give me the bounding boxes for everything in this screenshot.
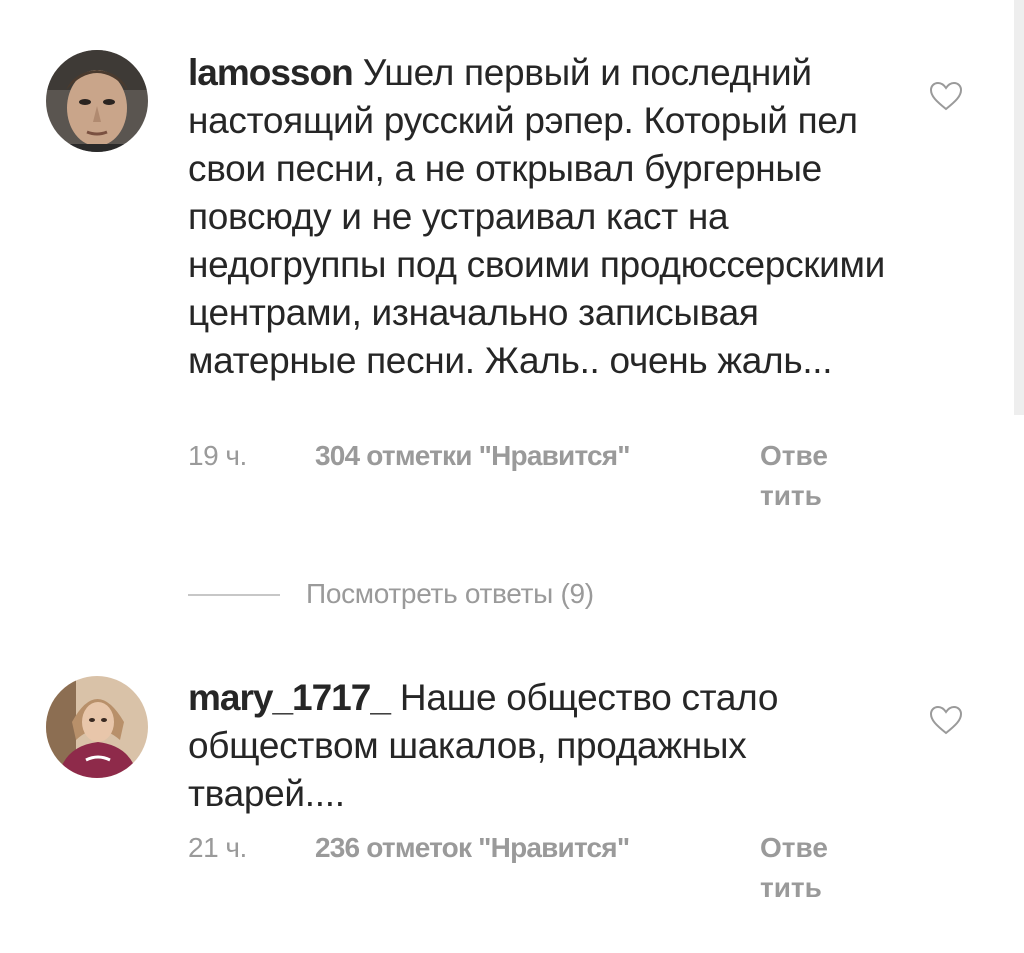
avatar[interactable] (46, 50, 148, 152)
username[interactable]: mary_1717_ (188, 677, 391, 718)
timestamp: 19 ч. (188, 440, 247, 471)
username[interactable]: lamosson (188, 52, 354, 93)
reply-button[interactable]: Ответить (760, 828, 840, 908)
comment-text: mary_1717_ Наше общество стало обществом … (188, 674, 888, 818)
female-avatar-photo (46, 676, 148, 778)
comment-item: mary_1717_ Наше общество стало обществом … (0, 650, 1024, 930)
likes-count[interactable]: 304 отметки "Нравится" (315, 436, 631, 476)
view-replies-label[interactable]: Посмотреть ответы (9) (306, 574, 594, 614)
heart-outline-icon[interactable] (928, 80, 964, 112)
timestamp: 21 ч. (188, 832, 247, 863)
divider-line (188, 594, 280, 596)
avatar[interactable] (46, 676, 148, 778)
heart-outline-icon[interactable] (928, 704, 964, 736)
likes-count[interactable]: 236 отметок "Нравится" (315, 828, 630, 868)
male-avatar-photo (46, 50, 148, 152)
comment-text: lamosson Ушел первый и последний настоящи… (188, 49, 888, 385)
comment-item: lamosson Ушел первый и последний настоящи… (0, 0, 1024, 560)
comment-body: Ушел первый и последний настоящий русски… (188, 52, 886, 381)
reply-button[interactable]: Ответить (760, 436, 840, 516)
